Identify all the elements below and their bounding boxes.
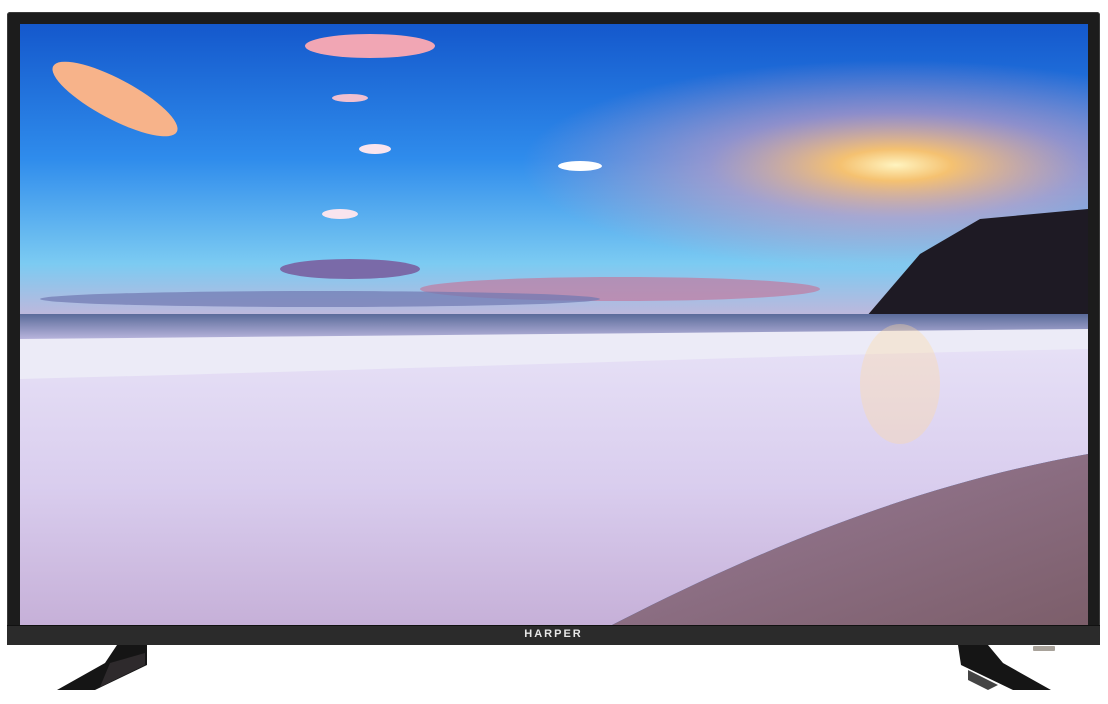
beach-sunset-image	[20, 24, 1088, 626]
right-stand-leg	[958, 645, 1051, 690]
bottom-bezel: HARPER	[7, 625, 1100, 651]
tv-screen-beach-sunset	[20, 24, 1088, 626]
left-stand-leg	[57, 645, 147, 690]
brand-logo: HARPER	[524, 628, 583, 640]
television: HARPER	[7, 12, 1100, 651]
